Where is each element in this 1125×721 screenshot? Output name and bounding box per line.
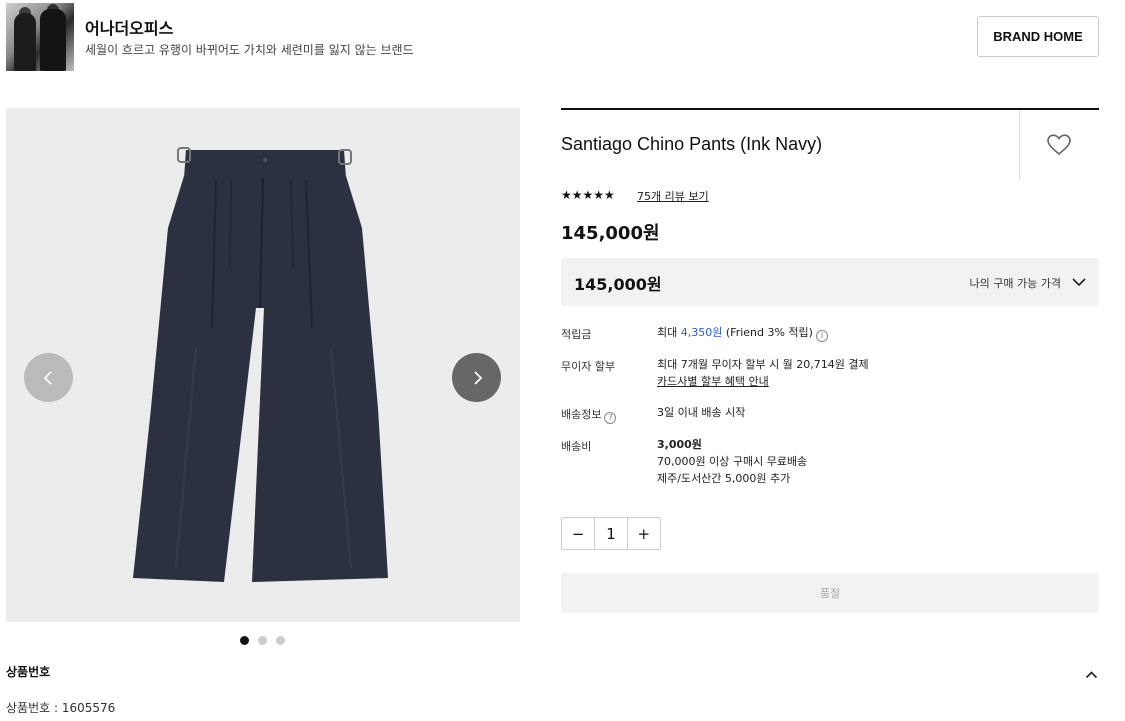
points-suffix: (Friend 3% 적립) bbox=[722, 326, 813, 339]
free-shipping-note: 70,000원 이상 구매시 무료배송 bbox=[657, 455, 808, 468]
chevron-left-icon bbox=[43, 370, 52, 385]
product-image bbox=[133, 147, 388, 582]
brand-home-button[interactable]: BRAND HOME bbox=[977, 16, 1099, 57]
available-price-toggle[interactable]: 145,000원 나의 구매 가능 가격 bbox=[561, 258, 1099, 306]
divider bbox=[1019, 110, 1020, 180]
product-number: 상품번호 : 1605576 bbox=[6, 701, 116, 715]
island-shipping-note: 제주/도서산간 5,000원 추가 bbox=[657, 472, 791, 485]
points-amount: 4,350원 bbox=[680, 326, 723, 339]
heart-icon bbox=[1047, 134, 1071, 156]
gallery-pagination bbox=[240, 636, 285, 645]
product-title: Santiago Chino Pants (Ink Navy) bbox=[561, 134, 823, 154]
available-price: 145,000원 bbox=[574, 275, 662, 294]
logo-figure bbox=[40, 9, 66, 71]
shipping-fee-label: 배송비 bbox=[561, 440, 592, 453]
points-label: 적립금 bbox=[561, 328, 592, 341]
gallery-dot[interactable] bbox=[240, 636, 249, 645]
gallery-prev-button[interactable] bbox=[24, 353, 73, 402]
brand-description: 세월이 흐르고 유행이 바뀌어도 가치와 세련미를 잃지 않는 브랜드 bbox=[85, 43, 414, 57]
review-link[interactable]: 75개 리뷰 보기 bbox=[637, 188, 709, 204]
gallery-dot[interactable] bbox=[258, 636, 267, 645]
chevron-down-icon bbox=[1072, 278, 1086, 287]
gallery-next-button[interactable] bbox=[452, 353, 501, 402]
brand-logo[interactable] bbox=[6, 3, 74, 71]
product-price: 145,000원 bbox=[561, 223, 660, 244]
help-icon[interactable]: ? bbox=[604, 412, 617, 424]
shipping-fee-amount: 3,000원 bbox=[657, 438, 702, 451]
shipping-info-label-text: 배송정보 bbox=[561, 408, 602, 421]
chevron-up-icon bbox=[1085, 671, 1098, 679]
shipping-info-value: 3일 이내 배송 시작 bbox=[657, 406, 746, 419]
quantity-input[interactable]: 1 bbox=[594, 518, 628, 549]
chevron-right-icon bbox=[473, 370, 482, 385]
quantity-stepper: − 1 + bbox=[561, 517, 661, 550]
logo-figure bbox=[14, 13, 36, 71]
quantity-increase-button[interactable]: + bbox=[628, 518, 660, 549]
gallery-dot[interactable] bbox=[276, 636, 285, 645]
card-benefit-link[interactable]: 카드사별 할부 혜택 안내 bbox=[657, 373, 869, 390]
info-icon[interactable]: i bbox=[815, 330, 828, 342]
section-toggle[interactable] bbox=[1085, 665, 1098, 684]
soldout-button[interactable]: 품절 bbox=[561, 573, 1099, 613]
product-number-section-title[interactable]: 상품번호 bbox=[6, 663, 50, 680]
points-value: 최대 4,350원 (Friend 3% 적립) i bbox=[657, 324, 828, 342]
installment-label: 무이자 할부 bbox=[561, 360, 616, 373]
product-image-gallery[interactable] bbox=[6, 108, 520, 622]
brand-name[interactable]: 어나더오피스 bbox=[85, 15, 173, 39]
installment-value: 최대 7개월 무이자 할부 시 월 20,714원 결제 카드사별 할부 혜택 … bbox=[657, 356, 869, 390]
installment-text: 최대 7개월 무이자 할부 시 월 20,714원 결제 bbox=[657, 358, 869, 371]
quantity-decrease-button[interactable]: − bbox=[562, 518, 594, 549]
shipping-fee-value: 3,000원 70,000원 이상 구매시 무료배송 제주/도서산간 5,000… bbox=[657, 436, 807, 487]
wishlist-button[interactable] bbox=[1047, 134, 1071, 160]
shipping-info-label: 배송정보? bbox=[561, 406, 617, 424]
points-prefix: 최대 bbox=[657, 326, 681, 339]
rating-stars: ★★★★★ bbox=[561, 188, 615, 202]
available-price-label: 나의 구매 가능 가격 bbox=[969, 277, 1061, 290]
